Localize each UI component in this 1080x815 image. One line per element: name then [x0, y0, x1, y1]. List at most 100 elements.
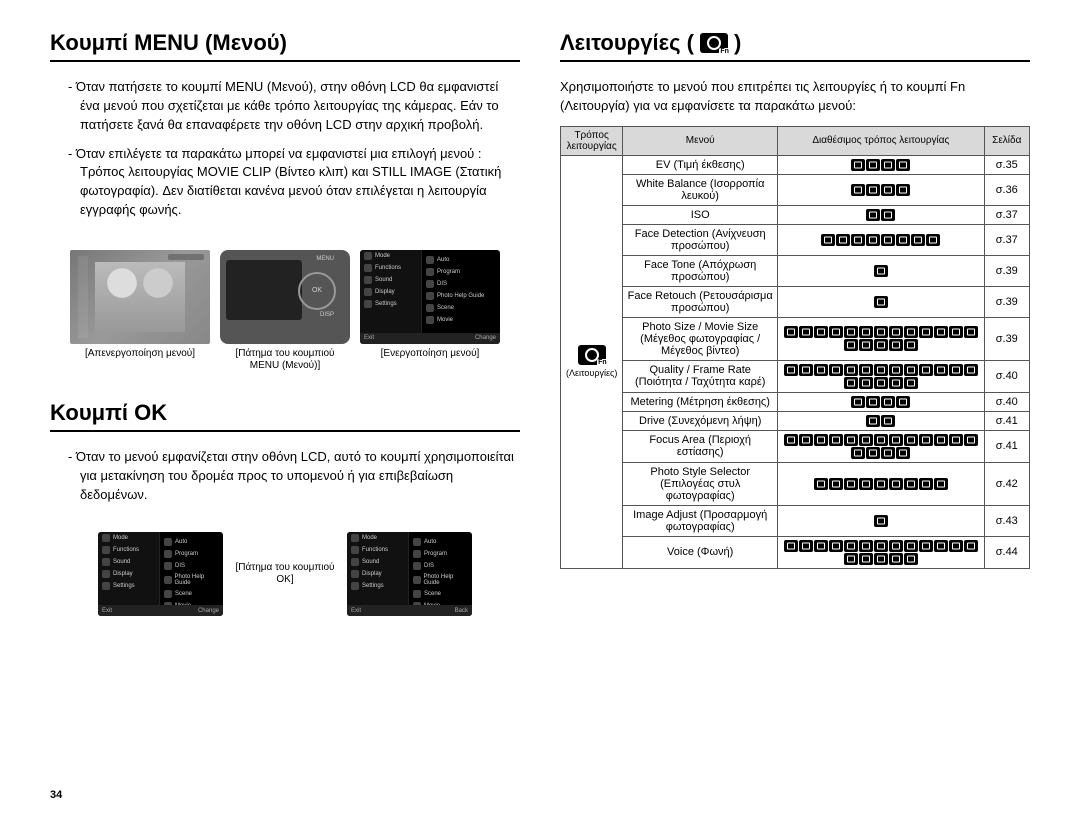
mode-badge-icon [874, 553, 888, 565]
mode-badge-icon [844, 478, 858, 490]
lcd-left-item: Sound [360, 274, 421, 286]
ok-paragraph: - Όταν το μενού εμφανίζεται στην οθόνη L… [50, 448, 520, 505]
mode-badge-icon [844, 553, 858, 565]
heading-functions-text: Λειτουργίες ( [560, 30, 694, 56]
mode-badge-icon [859, 377, 873, 389]
menu-cell: Face Detection (Ανίχνευση προσώπου) [623, 224, 778, 255]
mode-badge-icon [949, 326, 963, 338]
table-row: Quality / Frame Rate (Ποιότητα / Ταχύτητ… [561, 360, 1030, 392]
table-row: Image Adjust (Προσαρμογή φωτογραφίας)σ.4… [561, 505, 1030, 536]
lcd-ok-after: ModeFunctionsSoundDisplaySettings AutoPr… [347, 532, 472, 616]
mode-badge-icon [904, 326, 918, 338]
menu-cell: White Balance (Ισορροπία λευκού) [623, 174, 778, 205]
menu-cell: Focus Area (Περιοχή εστίασης) [623, 430, 778, 462]
lcd-change: Change [475, 335, 496, 341]
mode-badge-icon [889, 553, 903, 565]
mode-badge-icon [911, 234, 925, 246]
modes-cell [778, 205, 984, 224]
mode-badge-icon [874, 296, 888, 308]
lcd-right-item: Auto [160, 536, 223, 548]
lcd-right-item: Scene [160, 588, 223, 600]
mode-badge-icon [799, 540, 813, 552]
lcd-left-item: Settings [347, 580, 408, 592]
mode-badge-icon [874, 478, 888, 490]
menu-paragraph-1: - Όταν πατήσετε το κουμπί MENU (Μενού), … [50, 78, 520, 135]
menu-cell: Photo Style Selector (Επιλογέας στυλ φωτ… [623, 462, 778, 505]
mode-badge-icon [844, 326, 858, 338]
mode-badge-icon [821, 234, 835, 246]
menu-cell: Quality / Frame Rate (Ποιότητα / Ταχύτητ… [623, 360, 778, 392]
page-cell: σ.44 [984, 536, 1029, 568]
modes-cell [778, 430, 984, 462]
lcd-left-item: Mode [98, 532, 159, 544]
mode-badge-icon [844, 540, 858, 552]
mode-badge-icon [814, 326, 828, 338]
mode-badge-icon [784, 540, 798, 552]
modes-cell [778, 462, 984, 505]
page-cell: σ.40 [984, 360, 1029, 392]
page-cell: σ.39 [984, 286, 1029, 317]
lcd-exit-3: Exit [351, 608, 361, 614]
modes-cell [778, 317, 984, 360]
modes-cell [778, 155, 984, 174]
camera-ok-label: OK [312, 287, 322, 294]
mode-badge-icon [904, 553, 918, 565]
mode-badge-icon [851, 184, 865, 196]
functions-paragraph: Χρησιμοποιήστε το μενού που επιτρέπει τι… [560, 78, 1030, 116]
mode-badge-icon [896, 396, 910, 408]
table-row: ISOσ.37 [561, 205, 1030, 224]
lcd-left-item: Settings [98, 580, 159, 592]
mode-badge-icon [866, 415, 880, 427]
mode-badge-icon [964, 434, 978, 446]
lcd-left-item: Sound [347, 556, 408, 568]
mode-badge-icon [881, 209, 895, 221]
mode-badge-icon [881, 447, 895, 459]
mode-badge-icon [949, 364, 963, 376]
page-cell: σ.39 [984, 317, 1029, 360]
mode-badge-icon [859, 364, 873, 376]
mode-badge-icon [881, 415, 895, 427]
modes-cell [778, 505, 984, 536]
lcd-exit: Exit [364, 335, 374, 341]
mode-badge-icon [949, 540, 963, 552]
lcd-ok-before: ModeFunctionsSoundDisplaySettings AutoPr… [98, 532, 223, 616]
modes-cell [778, 224, 984, 255]
mode-badge-icon [889, 434, 903, 446]
mode-badge-icon [889, 339, 903, 351]
mode-badge-icon [814, 540, 828, 552]
lcd-left-item: Display [98, 568, 159, 580]
mode-badge-icon [934, 478, 948, 490]
lcd-left-item: Display [360, 286, 421, 298]
mode-badge-icon [814, 478, 828, 490]
mode-badge-icon [844, 434, 858, 446]
table-row: Voice (Φωνή)σ.44 [561, 536, 1030, 568]
mode-badge-icon [919, 326, 933, 338]
opmode-label: (Λειτουργίες) [566, 368, 617, 378]
mode-badge-icon [874, 339, 888, 351]
mode-badge-icon [874, 265, 888, 277]
mode-badge-icon [904, 339, 918, 351]
mode-badge-icon [874, 540, 888, 552]
mode-badge-icon [836, 234, 850, 246]
lcd-right-item: Program [160, 548, 223, 560]
lcd-right-item: DIS [422, 278, 500, 290]
lcd-menu-on: ModeFunctionsSoundDisplaySettings AutoPr… [360, 250, 500, 344]
mode-badge-icon [919, 478, 933, 490]
mode-badge-icon [866, 234, 880, 246]
mode-badge-icon [866, 396, 880, 408]
mode-badge-icon [904, 478, 918, 490]
lcd-exit-2: Exit [102, 608, 112, 614]
mode-badge-icon [844, 364, 858, 376]
mode-badge-icon [896, 447, 910, 459]
lcd-right-item: Program [422, 266, 500, 278]
mode-badge-icon [851, 159, 865, 171]
lcd-right-item: Photo Help Guide [422, 290, 500, 302]
mode-badge-icon [934, 326, 948, 338]
mode-badge-icon [859, 326, 873, 338]
table-row: Metering (Μέτρηση έκθεσης)σ.40 [561, 392, 1030, 411]
heading-functions-tail: ) [734, 30, 741, 56]
photo-thumbnail [70, 250, 210, 344]
mode-badge-icon [964, 326, 978, 338]
page-cell: σ.39 [984, 255, 1029, 286]
heading-functions: Λειτουργίες ( ) [560, 30, 1030, 62]
